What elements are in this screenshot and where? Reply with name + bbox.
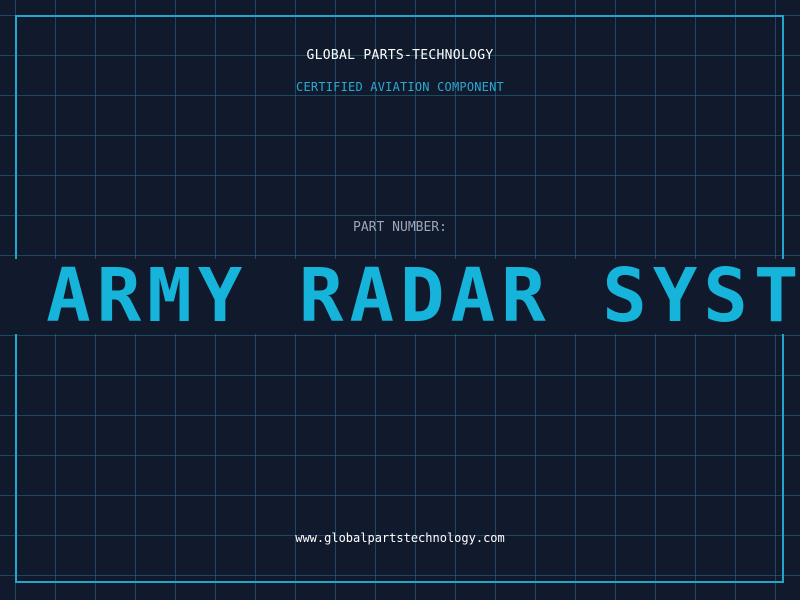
part-number-label: PART NUMBER: <box>353 220 447 235</box>
certificate-page: GLOBAL PARTS-TECHNOLOGY CERTIFIED AVIATI… <box>0 0 800 600</box>
certification-subtitle: CERTIFIED AVIATION COMPONENT <box>296 80 504 94</box>
website-url: www.globalpartstechnology.com <box>295 531 505 545</box>
part-number-band: US ARMY RADAR SYSTEM <box>0 259 800 334</box>
part-number-value: US ARMY RADAR SYSTEM <box>0 259 800 334</box>
company-name: GLOBAL PARTS-TECHNOLOGY <box>306 48 494 63</box>
